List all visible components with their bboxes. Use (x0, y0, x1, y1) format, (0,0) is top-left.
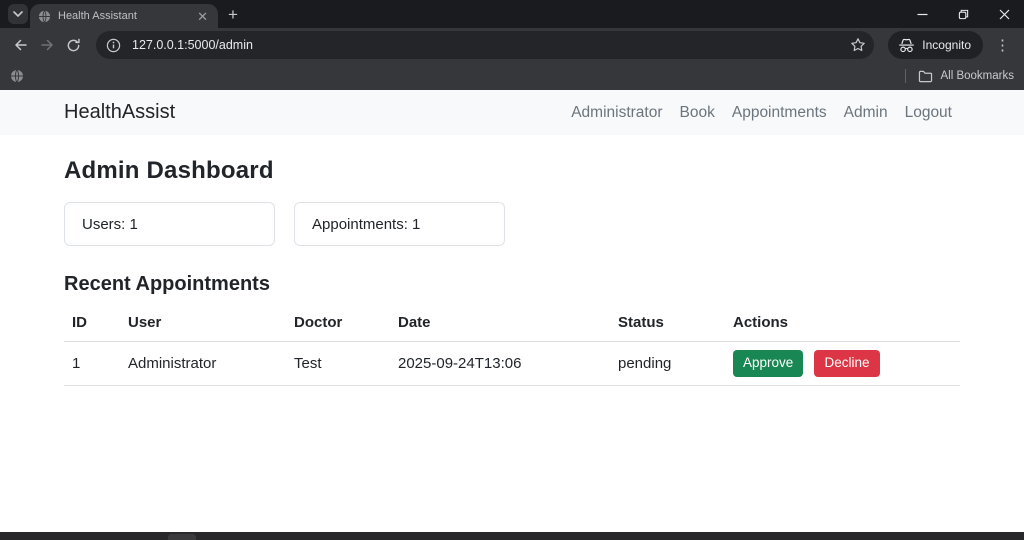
nav-link-admin[interactable]: Admin (844, 104, 888, 122)
cell-status: pending (610, 342, 725, 386)
header-date: Date (390, 306, 610, 342)
page-content: Admin Dashboard Users: 1 Appointments: 1… (0, 157, 1024, 386)
browser-menu-button[interactable]: ⋮ (991, 36, 1014, 54)
incognito-label: Incognito (922, 38, 971, 52)
taskbar-edge (0, 532, 1024, 540)
cell-id: 1 (64, 342, 120, 386)
header-user: User (120, 306, 286, 342)
incognito-badge: Incognito (888, 31, 983, 59)
cell-actions: Approve Decline (725, 342, 960, 386)
web-page: HealthAssist Administrator Book Appointm… (0, 90, 1024, 532)
browser-toolbar: 127.0.0.1:5000/admin Incognito ⋮ (0, 28, 1024, 62)
header-status: Status (610, 306, 725, 342)
address-bar[interactable]: 127.0.0.1:5000/admin (96, 31, 874, 59)
header-actions: Actions (725, 306, 960, 342)
nav-link-administrator[interactable]: Administrator (571, 104, 662, 122)
window-controls (917, 0, 1024, 28)
approve-button[interactable]: Approve (733, 350, 803, 377)
decline-button[interactable]: Decline (814, 350, 879, 377)
appointments-table: ID User Doctor Date Status Actions 1 Adm… (64, 306, 960, 386)
site-info-icon[interactable] (102, 34, 124, 56)
forward-button[interactable] (34, 32, 60, 58)
tab-title: Health Assistant (58, 10, 195, 22)
cell-date: 2025-09-24T13:06 (390, 342, 610, 386)
stats-row: Users: 1 Appointments: 1 (64, 202, 960, 246)
taskbar-icon-highlight (168, 534, 196, 540)
table-header-row: ID User Doctor Date Status Actions (64, 306, 960, 342)
table-row: 1 Administrator Test 2025-09-24T13:06 pe… (64, 342, 960, 386)
close-window-button[interactable] (999, 9, 1010, 20)
forward-arrow-icon (39, 37, 55, 53)
site-brand[interactable]: HealthAssist (64, 101, 175, 124)
nav-link-logout[interactable]: Logout (905, 104, 952, 122)
users-stat-card: Users: 1 (64, 202, 275, 246)
tab-strip: Health Assistant ✕ + (0, 0, 1024, 28)
url-text[interactable]: 127.0.0.1:5000/admin (132, 38, 850, 52)
new-tab-button[interactable]: + (228, 6, 238, 23)
bookmark-star-icon[interactable] (850, 37, 866, 53)
tab-close-icon[interactable]: ✕ (195, 10, 210, 23)
appointments-stat-card: Appointments: 1 (294, 202, 505, 246)
browser-tab[interactable]: Health Assistant ✕ (30, 4, 218, 28)
site-navbar: HealthAssist Administrator Book Appointm… (0, 90, 1024, 135)
bookmarks-separator (905, 69, 906, 83)
incognito-icon (898, 38, 915, 53)
back-button[interactable] (8, 32, 34, 58)
reload-button[interactable] (60, 32, 86, 58)
globe-favicon-icon (38, 10, 51, 23)
bookmarks-bar: All Bookmarks (0, 62, 1024, 90)
bookmark-globe-icon[interactable] (10, 69, 24, 83)
nav-link-book[interactable]: Book (680, 104, 715, 122)
page-title: Admin Dashboard (64, 157, 960, 185)
reload-icon (66, 38, 81, 53)
cell-doctor: Test (286, 342, 390, 386)
browser-window: Health Assistant ✕ + (0, 0, 1024, 540)
tab-search-button[interactable] (8, 4, 28, 24)
cell-user: Administrator (120, 342, 286, 386)
back-arrow-icon (13, 37, 29, 53)
header-doctor: Doctor (286, 306, 390, 342)
minimize-button[interactable] (917, 9, 928, 20)
folder-icon (918, 70, 933, 83)
chevron-down-icon (13, 11, 23, 17)
all-bookmarks-button[interactable]: All Bookmarks (905, 69, 1015, 83)
nav-link-appointments[interactable]: Appointments (732, 104, 827, 122)
site-nav-links: Administrator Book Appointments Admin Lo… (571, 104, 952, 122)
all-bookmarks-label: All Bookmarks (941, 70, 1015, 82)
section-title: Recent Appointments (64, 273, 960, 296)
restore-button[interactable] (958, 9, 969, 20)
header-id: ID (64, 306, 120, 342)
